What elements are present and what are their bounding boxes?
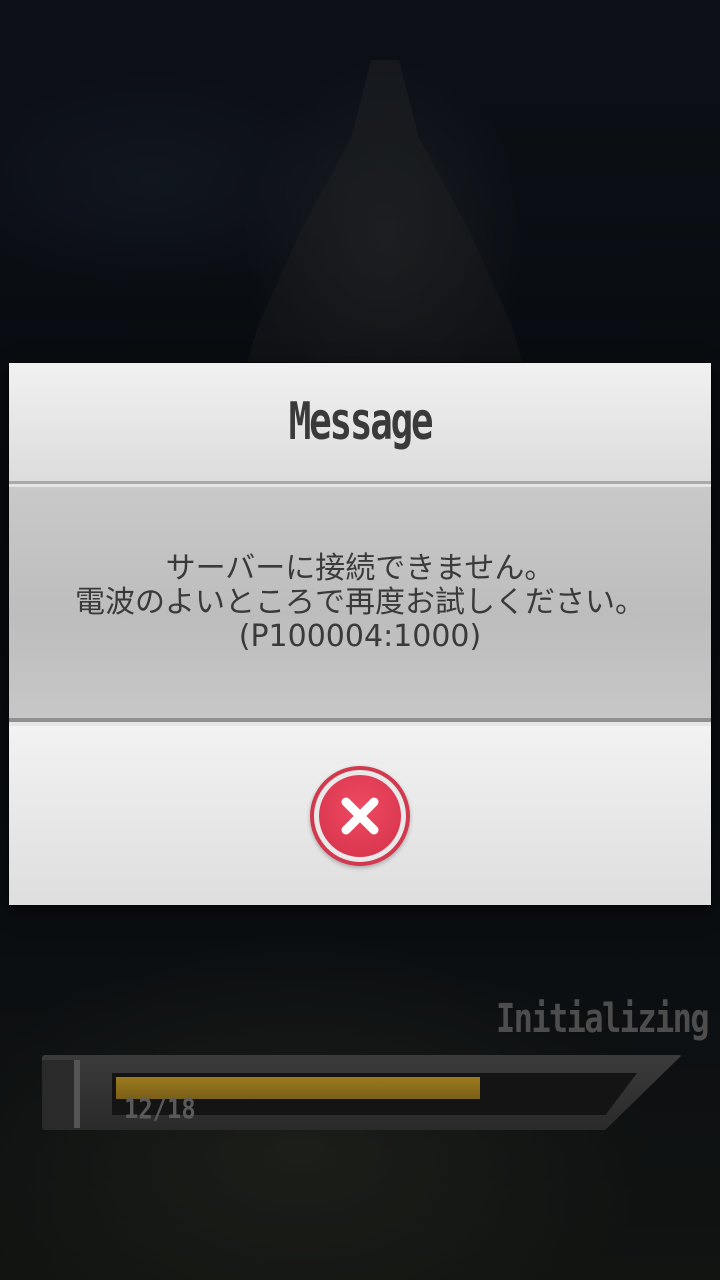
progress-count: 12/18: [124, 1092, 196, 1125]
message-code: (P100004:1000): [238, 618, 482, 654]
progress-bar-cap: [42, 1060, 80, 1128]
close-x-icon: [341, 797, 379, 835]
dialog-footer: [9, 726, 711, 905]
loading-label: Initializing: [496, 996, 710, 1042]
message-line: サーバーに接続できません。: [165, 550, 555, 586]
message-line: 電波のよいところで再度お試しください。: [75, 584, 645, 620]
dialog-header: Message: [9, 363, 711, 484]
close-button-face[interactable]: [319, 775, 401, 857]
message-dialog: Message サーバーに接続できません。 電波のよいところで再度お試しください…: [9, 363, 711, 905]
dialog-body: サーバーに接続できません。 電波のよいところで再度お試しください。 (P1000…: [9, 487, 711, 722]
dialog-title: Message: [288, 392, 434, 452]
close-button[interactable]: [310, 766, 410, 866]
